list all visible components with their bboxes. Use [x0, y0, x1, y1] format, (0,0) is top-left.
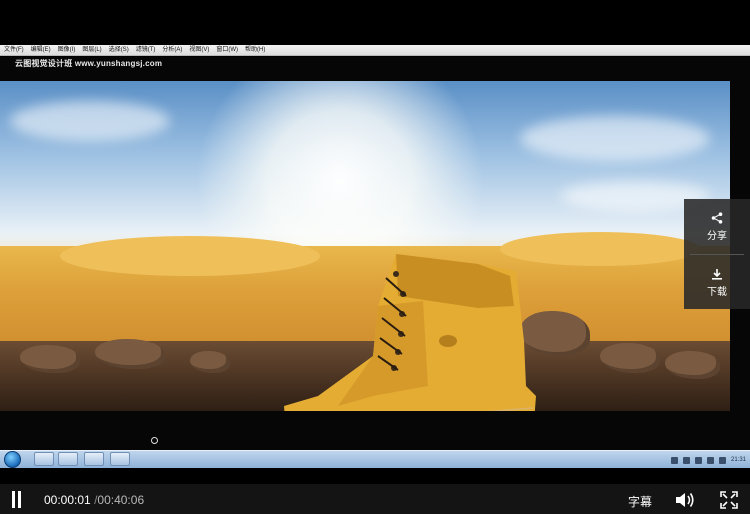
download-icon: [712, 268, 722, 280]
volume-tray-icon[interactable]: [718, 456, 726, 464]
menu-item[interactable]: 图层(L): [82, 45, 101, 56]
letterbox-top: [0, 0, 750, 45]
cloud: [520, 116, 710, 161]
menu-item[interactable]: 窗口(W): [216, 45, 238, 56]
taskbar-app-button[interactable]: [110, 452, 130, 466]
duration: 00:40:06: [97, 493, 145, 507]
player-control-bar: 00:00:01 /00:40:06 字幕: [0, 484, 750, 514]
download-label: 下载: [707, 286, 727, 298]
clock[interactable]: 21:31: [731, 457, 746, 463]
system-tray: 21:31: [670, 452, 746, 468]
menu-item[interactable]: 图像(I): [58, 45, 76, 56]
taskbar-photoshop-button[interactable]: [84, 452, 104, 466]
subtitle-button[interactable]: 字幕: [628, 493, 652, 510]
windows-taskbar: 21:31: [0, 450, 750, 468]
taskbar-explorer-button[interactable]: [34, 452, 54, 466]
menu-item[interactable]: 文件(F): [4, 45, 24, 56]
share-label: 分享: [707, 230, 727, 242]
download-button[interactable]: 下载: [684, 255, 750, 310]
share-icon: [711, 211, 723, 224]
tray-icon[interactable]: [706, 456, 714, 464]
menu-item[interactable]: 视图(V): [189, 45, 209, 56]
playback-time: 00:00:01 /00:40:06: [44, 493, 144, 507]
tray-icon[interactable]: [670, 456, 678, 464]
rock: [600, 343, 660, 373]
product-image: [0, 81, 730, 411]
menu-item[interactable]: 滤镜(T): [136, 45, 156, 56]
rock: [665, 351, 720, 379]
boot-illustration: [284, 254, 536, 411]
tray-icon[interactable]: [682, 456, 690, 464]
mouse-cursor-icon: [151, 437, 158, 444]
taskbar-folder-button[interactable]: [58, 452, 78, 466]
tray-icon[interactable]: [694, 456, 702, 464]
share-download-panel: 分享 下载: [684, 199, 750, 309]
share-button[interactable]: 分享: [684, 199, 750, 254]
menu-item[interactable]: 编辑(E): [31, 45, 51, 56]
menu-item[interactable]: 帮助(H): [245, 45, 265, 56]
fullscreen-icon[interactable]: [720, 491, 738, 509]
rock: [20, 345, 80, 373]
cloud: [10, 101, 170, 141]
start-button[interactable]: [4, 451, 21, 468]
pause-icon[interactable]: [12, 491, 22, 508]
menu-item[interactable]: 分析(A): [162, 45, 182, 56]
menu-item[interactable]: 选择(S): [109, 45, 129, 56]
volume-icon[interactable]: [674, 491, 696, 509]
current-time: 00:00:01: [44, 493, 91, 507]
rock: [190, 351, 230, 373]
rock: [95, 339, 165, 369]
app-menubar: 文件(F) 编辑(E) 图像(I) 图层(L) 选择(S) 滤镜(T) 分析(A) 视图(V)…: [0, 45, 750, 56]
watermark-text: 云图视觉设计班 www.yunshangsj.com: [15, 59, 163, 68]
